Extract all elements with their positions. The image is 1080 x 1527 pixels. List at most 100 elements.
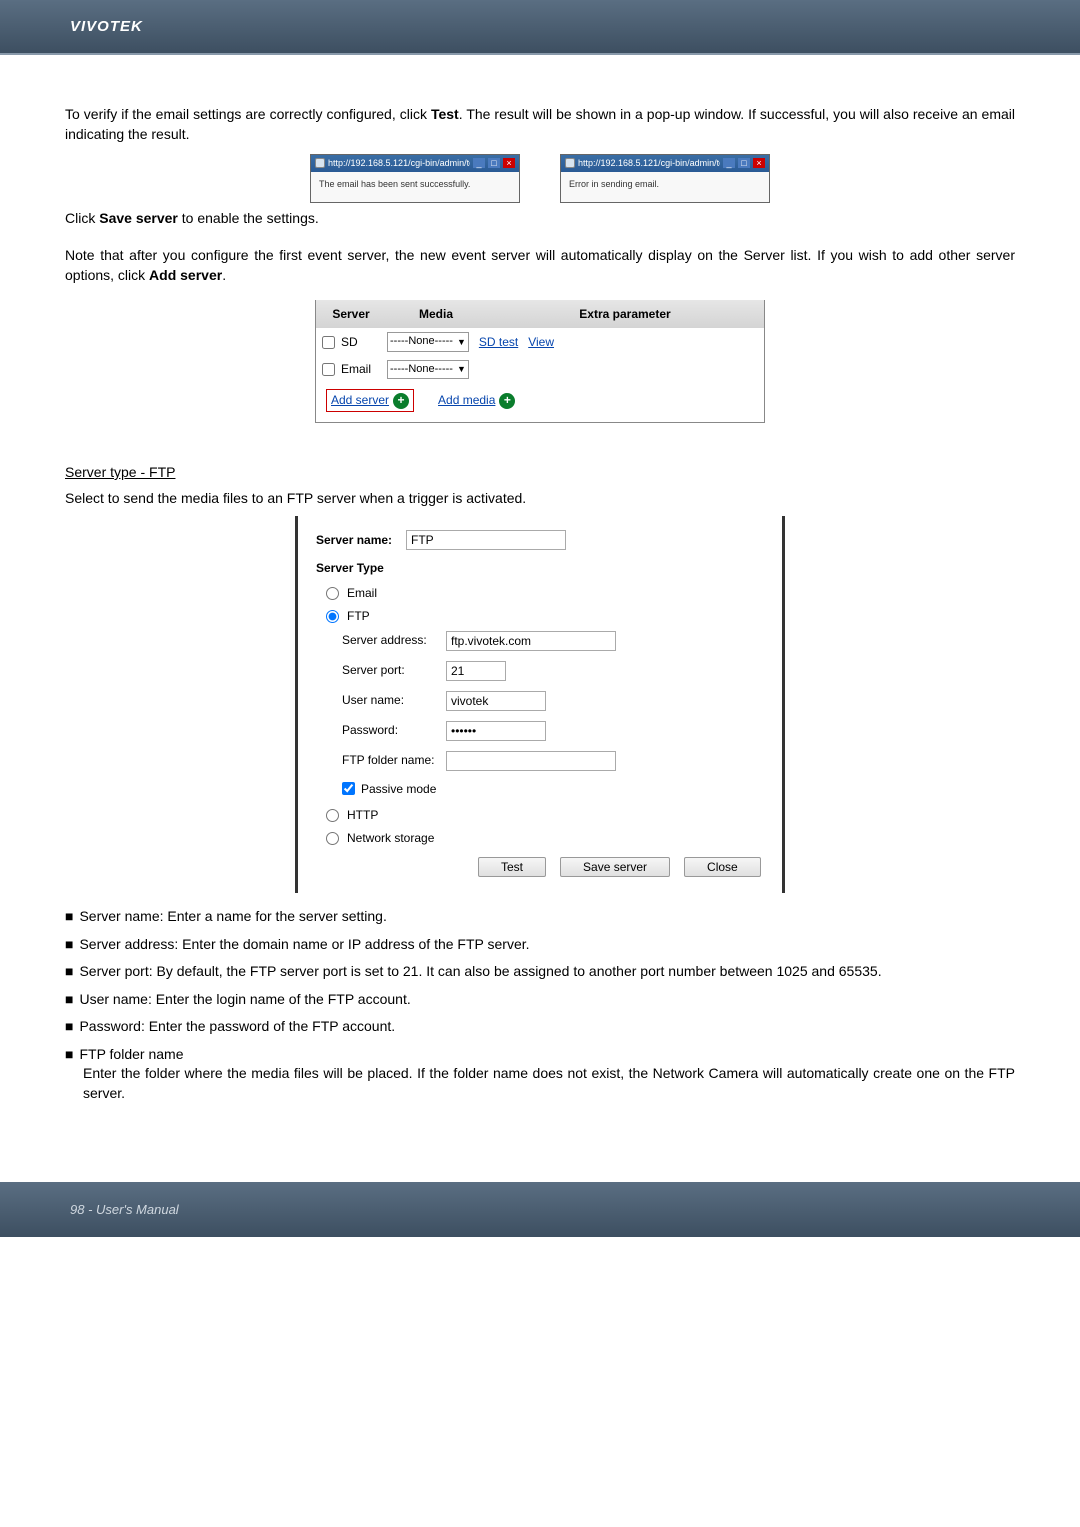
popup-error: http://192.168.5.121/cgi-bin/admin/tests… <box>560 154 770 203</box>
password-input[interactable] <box>446 721 546 741</box>
radio-email-row: Email <box>326 585 764 602</box>
list-item: ■ User name: Enter the login name of the … <box>65 990 1015 1010</box>
view-link[interactable]: View <box>528 334 554 351</box>
radio-http-label: HTTP <box>347 807 378 824</box>
maximize-icon[interactable]: □ <box>738 158 750 168</box>
email-checkbox[interactable] <box>322 363 335 376</box>
radio-netstorage-row: Network storage <box>326 830 764 847</box>
server-name-input[interactable] <box>406 530 566 550</box>
bullets-list: ■ Server name: Enter a name for the serve… <box>65 907 1015 1104</box>
ftp-section-title: Server type - FTP <box>65 463 1015 483</box>
sd-media-select[interactable]: -----None----- ▼ <box>387 332 469 351</box>
ftp-folder-label: FTP folder name: <box>316 752 446 769</box>
note-text-2: . <box>222 267 226 283</box>
bullet-text: User name: Enter the login name of the F… <box>79 990 1015 1010</box>
close-icon[interactable]: × <box>503 158 515 168</box>
bullet-subtext: Enter the folder where the media files w… <box>83 1064 1015 1103</box>
note-paragraph: Note that after you configure the first … <box>65 246 1015 285</box>
radio-ftp-row: FTP <box>326 608 764 625</box>
ftp-folder-input[interactable] <box>446 751 616 771</box>
popup-error-body: Error in sending email. <box>561 172 769 202</box>
server-port-input[interactable] <box>446 661 506 681</box>
plus-icon[interactable]: + <box>499 393 515 409</box>
list-item: ■ Server port: By default, the FTP server… <box>65 962 1015 982</box>
close-icon[interactable]: × <box>753 158 765 168</box>
server-port-row: Server port: <box>316 661 764 681</box>
chevron-down-icon: ▼ <box>457 336 466 349</box>
popup-success-titlebar: http://192.168.5.121/cgi-bin/admin/tests… <box>311 155 519 172</box>
sd-test-link[interactable]: SD test <box>479 334 518 351</box>
add-media-link[interactable]: Add media <box>438 392 495 409</box>
bullet-text: Server address: Enter the domain name or… <box>79 935 1015 955</box>
ftp-section-desc: Select to send the media files to an FTP… <box>65 489 1015 509</box>
server-address-input[interactable] <box>446 631 616 651</box>
email-media-select[interactable]: -----None----- ▼ <box>387 360 469 379</box>
user-name-row: User name: <box>316 691 764 711</box>
radio-netstorage[interactable] <box>326 832 339 845</box>
ftp-folder-row: FTP folder name: <box>316 751 764 771</box>
action-table-header: Server Media Extra parameter <box>316 300 764 329</box>
passive-mode-row: Passive mode <box>316 781 764 798</box>
list-item: ■FTP folder name Enter the folder where … <box>65 1045 1015 1104</box>
table-row: SD -----None----- ▼ SD test View <box>316 328 764 355</box>
intro-test-bold: Test <box>431 106 459 122</box>
user-name-input[interactable] <box>446 691 546 711</box>
server-port-label: Server port: <box>316 662 446 679</box>
bullet-text: Server name: Enter a name for the server… <box>79 907 1015 927</box>
radio-netstorage-label: Network storage <box>347 830 434 847</box>
intro-paragraph: To verify if the email settings are corr… <box>65 105 1015 144</box>
save-server-button[interactable]: Save server <box>560 857 670 877</box>
col-extra: Extra parameter <box>486 300 764 329</box>
passive-mode-checkbox[interactable] <box>342 782 355 795</box>
plus-icon[interactable]: + <box>393 393 409 409</box>
ftp-panel: Server name: Server Type Email FTP Serve… <box>295 516 785 893</box>
bullet-text: Server port: By default, the FTP server … <box>79 962 1015 982</box>
password-row: Password: <box>316 721 764 741</box>
add-row: Add server + Add media + <box>316 383 764 422</box>
add-server-highlight: Add server + <box>326 389 414 412</box>
popup-error-titlebar: http://192.168.5.121/cgi-bin/admin/tests… <box>561 155 769 172</box>
row-label-email: Email <box>341 361 387 378</box>
radio-http[interactable] <box>326 809 339 822</box>
minimize-icon[interactable]: _ <box>723 158 735 168</box>
server-name-label: Server name: <box>316 532 406 549</box>
sd-checkbox[interactable] <box>322 336 335 349</box>
page-footer: 98 - User's Manual <box>0 1182 1080 1237</box>
bullet-icon: ■ <box>65 990 73 1010</box>
bullet-icon: ■ <box>65 962 73 982</box>
bullet-icon: ■ <box>65 907 73 927</box>
server-name-row: Server name: <box>316 530 764 550</box>
radio-email-label: Email <box>347 585 377 602</box>
intro-text-1: To verify if the email settings are corr… <box>65 106 431 122</box>
bullet-icon: ■ <box>65 935 73 955</box>
server-address-row: Server address: <box>316 631 764 651</box>
minimize-icon[interactable]: _ <box>473 158 485 168</box>
save-text-2: to enable the settings. <box>178 210 319 226</box>
button-row: Test Save server Close <box>478 857 764 877</box>
col-server: Server <box>316 300 386 329</box>
add-media-group: Add media + <box>438 392 515 409</box>
radio-ftp-label: FTP <box>347 608 370 625</box>
add-server-link[interactable]: Add server <box>331 392 389 409</box>
bullet-icon: ■ <box>65 1017 73 1037</box>
save-text-1: Click <box>65 210 99 226</box>
server-address-label: Server address: <box>316 632 446 649</box>
popup-success: http://192.168.5.121/cgi-bin/admin/tests… <box>310 154 520 203</box>
col-media: Media <box>386 300 486 329</box>
maximize-icon[interactable]: □ <box>488 158 500 168</box>
page-header: VIVOTEK <box>0 0 1080 55</box>
popup-success-title: http://192.168.5.121/cgi-bin/admin/tests… <box>328 157 470 170</box>
radio-http-row: HTTP <box>326 807 764 824</box>
ie-icon <box>565 158 575 168</box>
brand-label: VIVOTEK <box>70 18 143 35</box>
radio-ftp[interactable] <box>326 610 339 623</box>
close-button[interactable]: Close <box>684 857 761 877</box>
sd-media-value: -----None----- <box>390 334 453 349</box>
radio-email[interactable] <box>326 587 339 600</box>
row-label-sd: SD <box>341 334 387 351</box>
passive-mode-label: Passive mode <box>361 781 436 798</box>
save-server-line: Click Save server to enable the settings… <box>65 209 1015 229</box>
server-type-label: Server Type <box>316 560 764 577</box>
footer-text: 98 - User's Manual <box>70 1202 179 1217</box>
test-button[interactable]: Test <box>478 857 546 877</box>
